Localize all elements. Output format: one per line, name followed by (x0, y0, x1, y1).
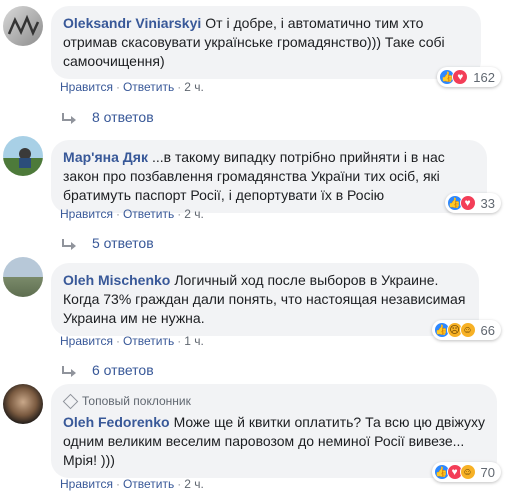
timestamp[interactable]: 1 ч. (184, 334, 204, 348)
view-replies-link[interactable]: 8 ответов (62, 109, 154, 125)
like-link[interactable]: Нравится (60, 207, 113, 221)
timestamp[interactable]: 2 ч. (184, 477, 204, 491)
comment-actions: Нравится · Ответить · 2 ч. (60, 477, 204, 491)
timestamp[interactable]: 2 ч. (184, 80, 204, 94)
reply-arrow-icon (62, 113, 76, 124)
comment-actions: Нравится · Ответить · 2 ч. (60, 80, 204, 94)
reaction-count: 70 (480, 464, 495, 480)
badge-label: Топовый поклонник (82, 394, 191, 408)
haha-icon: ☺ (459, 464, 476, 480)
comment-bubble: Oleh Mischenko Логичный ход после выборов… (51, 263, 479, 336)
comment-actions: Нравится · Ответить · 2 ч. (60, 207, 204, 221)
like-link[interactable]: Нравится (60, 334, 113, 348)
comment-bubble: Топовый поклонник Oleh Fedorenko Може ще … (51, 384, 497, 478)
reaction-summary[interactable]: 👍 ♥ 162 (437, 67, 501, 87)
reaction-count: 66 (480, 322, 495, 338)
reaction-summary[interactable]: 👍 ♥ ☺ 70 (431, 462, 501, 482)
like-link[interactable]: Нравится (60, 477, 113, 491)
author-name[interactable]: Oleh Mischenko (63, 272, 170, 288)
reply-arrow-icon (62, 366, 76, 377)
reply-link[interactable]: Ответить (123, 207, 174, 221)
reaction-count: 162 (473, 69, 495, 85)
replies-count[interactable]: 5 ответов (92, 235, 154, 251)
author-name[interactable]: Oleksandr Viniarskyi (63, 15, 201, 31)
timestamp[interactable]: 2 ч. (184, 207, 204, 221)
view-replies-link[interactable]: 5 ответов (62, 235, 154, 251)
author-name[interactable]: Oleh Fedorenko (63, 414, 170, 430)
reaction-summary[interactable]: 👍 ☹ ☺ 66 (431, 320, 501, 340)
reaction-count: 33 (480, 195, 495, 211)
like-link[interactable]: Нравится (60, 80, 113, 94)
reply-link[interactable]: Ответить (123, 80, 174, 94)
author-name[interactable]: Мар'яна Дяк (63, 149, 148, 165)
replies-count[interactable]: 8 ответов (92, 109, 154, 125)
replies-count[interactable]: 6 ответов (92, 362, 154, 378)
avatar[interactable] (3, 384, 43, 424)
avatar[interactable] (3, 257, 43, 297)
reaction-summary[interactable]: 👍 ♥ 33 (444, 193, 501, 213)
reply-link[interactable]: Ответить (123, 477, 174, 491)
reply-link[interactable]: Ответить (123, 334, 174, 348)
top-fan-badge: Топовый поклонник (62, 392, 485, 411)
avatar[interactable] (3, 6, 43, 46)
love-icon: ♥ (452, 69, 469, 85)
love-icon: ♥ (459, 195, 476, 211)
comment-bubble: Oleksandr Viniarskyi От і добре, і автома… (51, 6, 481, 79)
haha-icon: ☺ (459, 322, 476, 338)
reply-arrow-icon (62, 239, 76, 250)
comment-actions: Нравится · Ответить · 1 ч. (60, 334, 204, 348)
comment-bubble: Мар'яна Дяк ...в такому випадку потрібно … (51, 140, 487, 213)
avatar[interactable] (3, 136, 43, 176)
view-replies-link[interactable]: 6 ответов (62, 362, 154, 378)
diamond-icon (62, 393, 79, 410)
